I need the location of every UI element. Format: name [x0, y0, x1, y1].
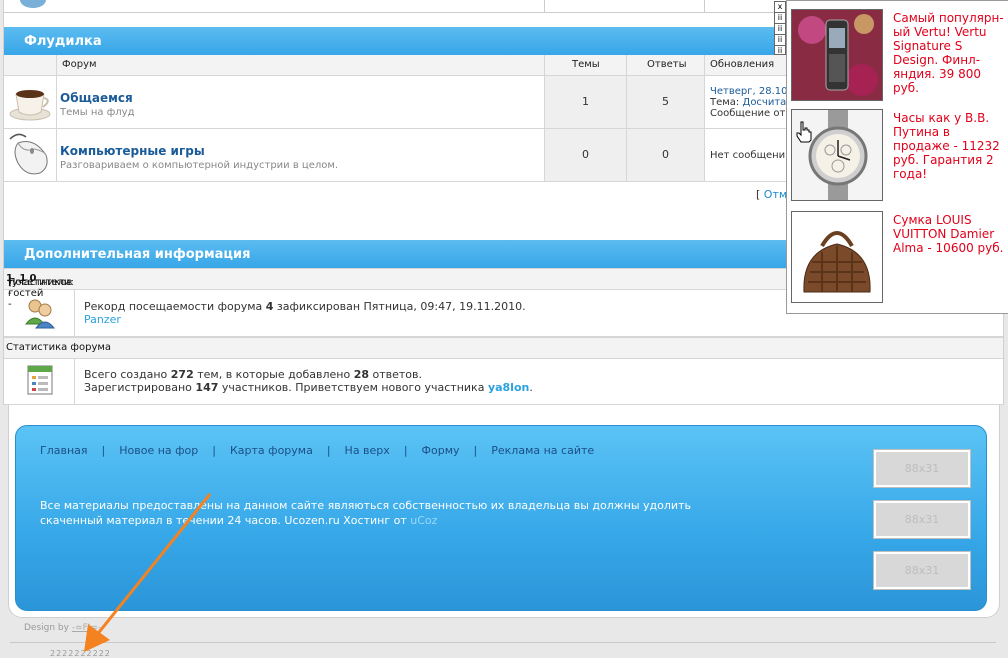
forum-title-link[interactable]: Компьютерные игры: [60, 144, 205, 158]
footer-link-map[interactable]: Карта форума: [230, 444, 313, 457]
footer-link-home[interactable]: Главная: [40, 444, 88, 457]
ad-item[interactable]: Сумка LOUIS VUITTON Damier Alma - 10600 …: [791, 207, 1005, 303]
divider: [10, 642, 996, 643]
banner-88x31[interactable]: 88x31: [873, 500, 971, 539]
stats-bar: Статистика форума: [4, 337, 1003, 359]
update-topic-label: Тема:: [710, 97, 740, 108]
page: Флудилка Форум Темы Ответы Обновления Об…: [0, 0, 1008, 658]
forum-description: Разговариваем о компьютерной индустрии в…: [60, 160, 339, 171]
coffee-cup-icon: [9, 90, 51, 121]
ad-text[interactable]: Часы как у В.В. Путина в продаже - 11232…: [893, 111, 1005, 181]
footer-link-new[interactable]: Новое на фор: [119, 444, 198, 457]
newest-member-link[interactable]: ya8lon: [488, 381, 529, 394]
computer-mouse-icon: [9, 133, 48, 175]
ad-text[interactable]: Сумка LOUIS VUITTON Damier Alma - 10600 …: [893, 213, 1005, 255]
col-updates: Обновления: [710, 59, 775, 70]
ad-popup: Самый популярн-ый Vertu! Vertu Signature…: [786, 0, 1008, 314]
forum-icon-partial: [20, 0, 46, 8]
footer-link-ads[interactable]: Реклама на сайте: [491, 444, 594, 457]
design-credit: Design by -=FI=-: [24, 623, 102, 633]
ad-text[interactable]: Самый популярн-ый Vertu! Vertu Signature…: [893, 11, 1005, 95]
footer-disclaimer: Все материалы предоставлены на данном са…: [40, 499, 691, 527]
category-title: Флудилка: [24, 34, 102, 49]
replies-count: 0: [626, 129, 704, 181]
designer-link[interactable]: -=FI=-: [72, 623, 101, 633]
bottom-text: 2222222222: [50, 649, 111, 658]
footer-nav: Главная | Новое на фор | Карта форума | На вер…: [40, 444, 595, 457]
users-icon: [24, 299, 56, 329]
footer: Главная | Новое на фор | Карта форума | На вер…: [8, 405, 1000, 618]
forum-description: Темы на флуд: [60, 107, 135, 118]
replies-count: 5: [626, 76, 704, 128]
update-date-link[interactable]: Четверг, 28.10.: [710, 86, 791, 97]
footer-link-top[interactable]: На верх: [345, 444, 390, 457]
footer-panel: Главная | Новое на фор | Карта форума | На вер…: [15, 425, 987, 611]
update-author-label: Сообщение от:: [710, 108, 789, 119]
statistics-icon: [27, 365, 53, 395]
update-topic-link[interactable]: Досчитае: [743, 97, 793, 108]
banner-88x31[interactable]: 88x31: [873, 551, 971, 590]
forum-title-link[interactable]: Общаемся: [60, 91, 133, 105]
ad-close-controls[interactable]: x ii ii ii ii: [774, 1, 786, 55]
col-topics: Темы: [572, 59, 600, 70]
hosting-link[interactable]: uCoz: [410, 514, 437, 527]
topics-count: 0: [544, 129, 626, 181]
col-replies: Ответы: [647, 59, 687, 70]
no-messages: Нет сообщений: [710, 150, 792, 161]
hand-cursor-icon: [796, 121, 812, 143]
record-user-link[interactable]: Panzer: [84, 313, 121, 326]
footer-link-form[interactable]: Форму: [422, 444, 460, 457]
col-forum: Форум: [62, 59, 97, 70]
forum-statistics: Всего создано 272 тем, в которые добавле…: [4, 358, 1003, 405]
banner-88x31[interactable]: 88x31: [873, 449, 971, 488]
topics-count: 1: [544, 76, 626, 128]
ad-item[interactable]: Самый популярн-ый Vertu! Vertu Signature…: [791, 5, 1005, 101]
close-icon[interactable]: x: [775, 2, 785, 13]
ad-image-phone[interactable]: [791, 9, 883, 101]
ad-image-bag[interactable]: [791, 211, 883, 303]
category-title: Дополнительная информация: [24, 247, 251, 262]
ad-item[interactable]: Часы как у В.В. Путина в продаже - 11232…: [791, 105, 1005, 201]
